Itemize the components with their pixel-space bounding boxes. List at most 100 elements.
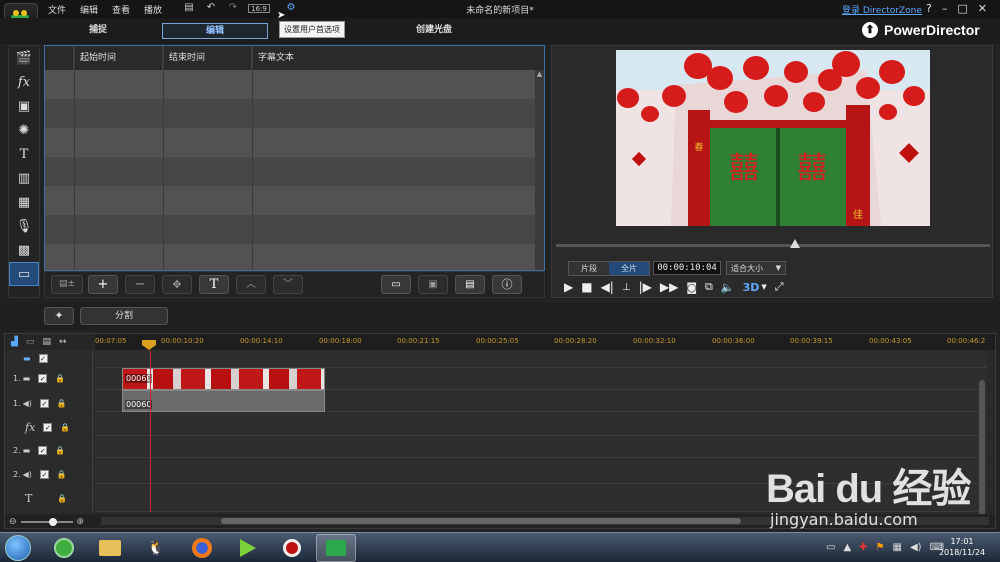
track-row[interactable] [95, 412, 987, 436]
add-subtitle-button[interactable]: + [88, 275, 118, 294]
timecode-display[interactable]: 00:00:10:04 [653, 261, 721, 275]
particle-room-icon[interactable]: ✺ [9, 118, 39, 142]
timeline-view-icon[interactable]: ▟ [11, 337, 18, 347]
chevron-down-icon[interactable]: ▼ [761, 283, 766, 291]
lock-icon[interactable]: 🔒 [57, 470, 67, 479]
stop-icon[interactable]: ■ [581, 280, 592, 294]
folder-icon[interactable]: ▭ [381, 275, 411, 294]
tab-edit[interactable]: 编辑 [162, 23, 268, 39]
lock-icon[interactable]: 🔒 [55, 374, 65, 383]
snapshot-camera-icon[interactable]: ◙ [686, 281, 697, 294]
lock-icon[interactable]: 🔒 [57, 399, 67, 408]
video-preview[interactable]: 囍 囍 春 佳 [616, 50, 930, 226]
move-down-icon[interactable]: ﹀ [273, 275, 303, 294]
taskbar-app-qq-icon[interactable]: 🐧 [136, 534, 176, 562]
track-enable-checkbox[interactable]: ✓ [43, 423, 53, 432]
play-icon[interactable]: ▶ [564, 280, 573, 294]
taskbar-app-explorer-icon[interactable] [90, 534, 130, 562]
timeline-vertical-scrollbar[interactable] [979, 380, 985, 520]
zoom-slider[interactable] [20, 518, 73, 526]
lock-icon[interactable]: 🔒 [57, 494, 67, 503]
move-subtitle-icon[interactable]: ✥ [162, 275, 192, 294]
storyboard-view-icon[interactable]: ▭ [26, 337, 35, 347]
track-enable-checkbox[interactable]: ✓ [38, 374, 48, 383]
subtitle-scrollbar[interactable]: ▲ [535, 70, 544, 270]
text-format-button[interactable]: T [199, 275, 229, 294]
taskbar-app-player-icon[interactable] [228, 534, 268, 562]
fit-size-select[interactable]: 适合大小 ▼ [726, 261, 786, 275]
timeline-ruler[interactable]: 00:07:05 00:00:10:20 00:00:14:10 00:00:1… [95, 334, 995, 350]
media-room-icon[interactable]: 🎬 [9, 46, 39, 70]
zoom-out-icon[interactable]: ⊖ [9, 517, 17, 527]
login-directorzone-link[interactable]: 登录 DirectorZone [842, 3, 922, 16]
previous-frame-icon[interactable]: ◀| [601, 280, 614, 294]
col-start-time[interactable]: 起始时间 [74, 46, 163, 70]
help-button[interactable]: ? [926, 2, 932, 15]
flag-icon[interactable]: ⚑ [876, 542, 885, 553]
network-icon[interactable]: ▦ [893, 542, 902, 553]
taskbar-app-recorder-icon[interactable] [272, 534, 312, 562]
start-button[interactable] [5, 535, 31, 561]
track-enable-checkbox[interactable]: ✓ [39, 399, 49, 408]
info-icon[interactable]: ⓘ [492, 275, 522, 294]
remove-subtitle-button[interactable]: − [125, 275, 155, 294]
subtitle-row[interactable] [45, 99, 544, 128]
move-up-icon[interactable]: ︿ [236, 275, 266, 294]
subtitle-row[interactable] [45, 244, 544, 270]
slideshow-view-icon[interactable]: ▤ [42, 337, 51, 347]
taskbar-app-firefox-icon[interactable] [182, 534, 222, 562]
audio-clip[interactable]: 00060 [122, 390, 325, 412]
movie-mode-button[interactable]: 全片 [609, 262, 649, 275]
subtitle-room-icon[interactable]: ▭ [9, 262, 39, 286]
taskbar-app-powerdirector-icon[interactable] [316, 534, 356, 562]
col-end-time[interactable]: 结束时间 [163, 46, 252, 70]
chapter-room-icon[interactable]: ▩ [9, 238, 39, 262]
subtitle-row[interactable] [45, 128, 544, 157]
subtitle-row[interactable] [45, 157, 544, 186]
col-subtitle-text[interactable]: 字幕文本 [252, 46, 532, 70]
fast-forward-icon[interactable]: ▶▶ [660, 280, 678, 294]
scrollbar-thumb[interactable] [221, 518, 741, 524]
magic-tools-wand-icon[interactable]: ✦ [44, 307, 74, 325]
tab-create-disc[interactable]: 创建光盘 [381, 23, 487, 39]
image-icon[interactable]: ▣ [418, 275, 448, 294]
fit-timeline-icon[interactable]: ↔ [59, 337, 67, 347]
clip-mode-button[interactable]: 片段 [569, 262, 609, 275]
track-row[interactable] [95, 436, 987, 458]
title-room-icon[interactable]: T [9, 142, 39, 166]
taskbar-clock[interactable]: 17:01 2018/11/24 [934, 536, 990, 558]
track-enable-checkbox[interactable]: ✓ [38, 446, 48, 455]
subtitle-row[interactable] [45, 70, 544, 99]
voiceover-microphone-icon[interactable]: 🎙 [9, 214, 39, 238]
close-button[interactable]: ✕ [978, 2, 987, 15]
import-subtitle-button[interactable]: ▤± [51, 275, 83, 294]
antivirus-icon[interactable]: ✚ [859, 542, 867, 553]
tray-expand-icon[interactable]: ▲ [843, 542, 851, 553]
keyboard-icon[interactable]: ▭ [826, 542, 835, 553]
subtitle-row[interactable] [45, 215, 544, 244]
upload-arrow-icon[interactable]: ⬆ [862, 22, 878, 38]
preview-scrub-bar[interactable] [556, 244, 990, 247]
audio-mixing-room-icon[interactable]: ▦ [9, 190, 39, 214]
volume-tray-icon[interactable]: ◀) [910, 542, 922, 553]
split-button[interactable]: 分割 [80, 307, 168, 325]
zoom-slider-knob[interactable] [48, 518, 57, 526]
scroll-up-icon[interactable]: ▲ [535, 70, 544, 78]
transition-room-icon[interactable]: ▥ [9, 166, 39, 190]
scrub-knob[interactable] [789, 239, 800, 248]
track-enable-checkbox[interactable]: ✓ [39, 470, 49, 479]
mark-icon[interactable]: ⊥ [622, 282, 631, 293]
next-frame-icon[interactable]: |▶ [639, 280, 652, 294]
maximize-button[interactable]: □ [957, 2, 967, 15]
export-subtitle-icon[interactable]: ▤ [455, 275, 485, 294]
track-row[interactable] [95, 350, 987, 368]
effect-room-icon[interactable]: fx [9, 70, 39, 94]
taskbar-app-browser-icon[interactable] [44, 534, 84, 562]
track-enable-checkbox[interactable]: ✓ [38, 354, 48, 363]
fullscreen-icon[interactable]: ⤢ [775, 280, 784, 294]
lock-icon[interactable]: 🔒 [55, 446, 65, 455]
zoom-in-icon[interactable]: ⊕ [77, 517, 85, 527]
video-clip[interactable]: 00060 [122, 368, 325, 390]
volume-icon[interactable]: 🔈 [721, 281, 735, 294]
undock-icon[interactable]: ⧉ [705, 280, 713, 294]
